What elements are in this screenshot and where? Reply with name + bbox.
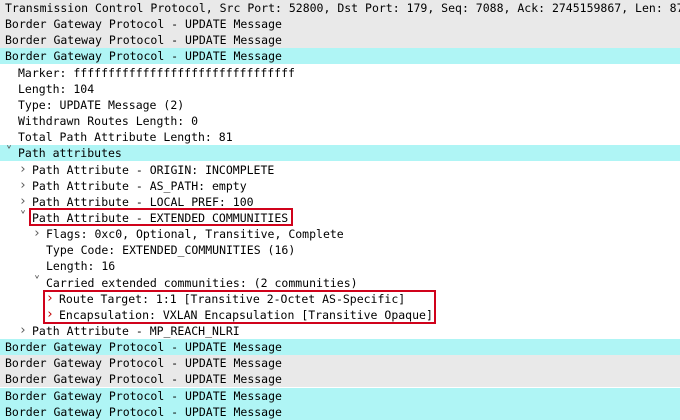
tree-row-label: Withdrawn Routes Length: 0 bbox=[18, 114, 199, 128]
tree-row[interactable]: Type: UPDATE Message (2) bbox=[0, 97, 680, 113]
tree-row[interactable]: Length: 104 bbox=[0, 81, 680, 97]
tree-row[interactable]: ˅ Path Attribute - EXTENDED_COMMUNITIES bbox=[0, 210, 680, 226]
tree-row[interactable]: Border Gateway Protocol - UPDATE Message bbox=[0, 387, 680, 404]
tree-row[interactable]: ˅ Carried extended communities: (2 commun… bbox=[0, 275, 680, 291]
tree-row[interactable]: Marker: ffffffffffffffffffffffffffffffff bbox=[0, 65, 680, 81]
tree-row[interactable]: Border Gateway Protocol - UPDATE Message bbox=[0, 355, 680, 372]
tree-row-label: Path Attribute - EXTENDED_COMMUNITIES bbox=[32, 210, 289, 225]
tree-row-label: Border Gateway Protocol - UPDATE Message bbox=[5, 340, 282, 355]
tree-row-label: Length: 104 bbox=[18, 81, 95, 96]
tree-row[interactable]: Border Gateway Protocol - UPDATE Message bbox=[0, 339, 680, 356]
tree-row[interactable]: Total Path Attribute Length: 81 bbox=[0, 129, 680, 145]
tree-row[interactable]: Length: 16 bbox=[0, 258, 680, 274]
tree-row-label: Path Attribute - AS_PATH: empty bbox=[32, 178, 247, 193]
tree-row-label: Path attributes bbox=[18, 146, 122, 161]
tree-row[interactable]: › Path Attribute - LOCAL_PREF: 100 bbox=[0, 194, 680, 210]
tree-row-label: Border Gateway Protocol - UPDATE Message bbox=[5, 17, 282, 32]
tree-row[interactable]: Border Gateway Protocol - UPDATE Message bbox=[0, 403, 680, 420]
expand-arrow-icon[interactable]: ˅ bbox=[17, 210, 29, 226]
collapse-arrow-icon[interactable]: › bbox=[31, 226, 43, 242]
collapse-arrow-icon[interactable]: › bbox=[17, 162, 29, 178]
tree-row[interactable]: Border Gateway Protocol - UPDATE Message bbox=[0, 371, 680, 388]
collapse-arrow-icon[interactable]: › bbox=[17, 178, 29, 194]
tree-row[interactable]: ˅ Path attributes bbox=[0, 145, 680, 162]
tree-row-label: Type: UPDATE Message (2) bbox=[18, 97, 185, 112]
tree-row[interactable]: › Flags: 0xc0, Optional, Transitive, Comp… bbox=[0, 226, 680, 242]
tree-row-label: Encapsulation: VXLAN Encapsulation [Tran… bbox=[59, 307, 433, 322]
tree-row-label: Path Attribute - ORIGIN: INCOMPLETE bbox=[32, 162, 275, 177]
tree-row[interactable]: Border Gateway Protocol - UPDATE Message bbox=[0, 16, 680, 33]
expand-arrow-icon[interactable]: ˅ bbox=[31, 275, 43, 291]
tree-row[interactable]: Border Gateway Protocol - UPDATE Message bbox=[0, 32, 680, 49]
tree-row-label: Flags: 0xc0, Optional, Transitive, Compl… bbox=[46, 227, 344, 242]
tree-row-label: Border Gateway Protocol - UPDATE Message bbox=[5, 33, 282, 48]
tree-row[interactable]: Transmission Control Protocol, Src Port:… bbox=[0, 0, 680, 16]
tree-row-label: Border Gateway Protocol - UPDATE Message bbox=[5, 404, 282, 419]
tree-row-label: Border Gateway Protocol - UPDATE Message bbox=[5, 372, 282, 387]
tree-row-label: Border Gateway Protocol - UPDATE Message bbox=[5, 49, 282, 64]
tree-row-label: Border Gateway Protocol - UPDATE Message bbox=[5, 356, 282, 371]
tree-row-label: Path Attribute - MP_REACH_NLRI bbox=[32, 324, 240, 338]
tree-row[interactable]: Withdrawn Routes Length: 0 bbox=[0, 113, 680, 129]
tree-row[interactable]: › Encapsulation: VXLAN Encapsulation [Tra… bbox=[0, 307, 680, 323]
tree-row-label: Path Attribute - LOCAL_PREF: 100 bbox=[32, 194, 254, 209]
tree-row-label: Transmission Control Protocol, Src Port:… bbox=[5, 1, 680, 15]
tree-row[interactable]: › Path Attribute - ORIGIN: INCOMPLETE bbox=[0, 162, 680, 178]
tree-row-label: Carried extended communities: (2 communi… bbox=[46, 275, 358, 290]
tree-row[interactable]: › Path Attribute - MP_REACH_NLRI bbox=[0, 323, 680, 339]
tree-row[interactable]: › Route Target: 1:1 [Transitive 2-Octet A… bbox=[0, 291, 680, 307]
tree-row[interactable]: › Path Attribute - AS_PATH: empty bbox=[0, 178, 680, 194]
tree-row-label: Route Target: 1:1 [Transitive 2-Octet AS… bbox=[59, 291, 406, 306]
tree-row-label: Type Code: EXTENDED_COMMUNITIES (16) bbox=[46, 243, 296, 258]
expand-arrow-icon[interactable]: ˅ bbox=[3, 145, 15, 161]
tree-row-label: Total Path Attribute Length: 81 bbox=[18, 130, 233, 145]
tree-row[interactable]: Type Code: EXTENDED_COMMUNITIES (16) bbox=[0, 242, 680, 258]
tree-row-label: Length: 16 bbox=[46, 259, 116, 274]
collapse-arrow-icon[interactable]: › bbox=[17, 194, 29, 210]
collapse-arrow-icon[interactable]: › bbox=[44, 291, 56, 307]
tree-row[interactable]: Border Gateway Protocol - UPDATE Message bbox=[0, 48, 680, 65]
tree-row-label: Marker: ffffffffffffffffffffffffffffffff bbox=[18, 65, 295, 80]
collapse-arrow-icon[interactable]: › bbox=[17, 323, 29, 339]
tree-row-label: Border Gateway Protocol - UPDATE Message bbox=[5, 388, 282, 403]
collapse-arrow-icon[interactable]: › bbox=[44, 307, 56, 323]
packet-details-tree[interactable]: Transmission Control Protocol, Src Port:… bbox=[0, 0, 680, 420]
